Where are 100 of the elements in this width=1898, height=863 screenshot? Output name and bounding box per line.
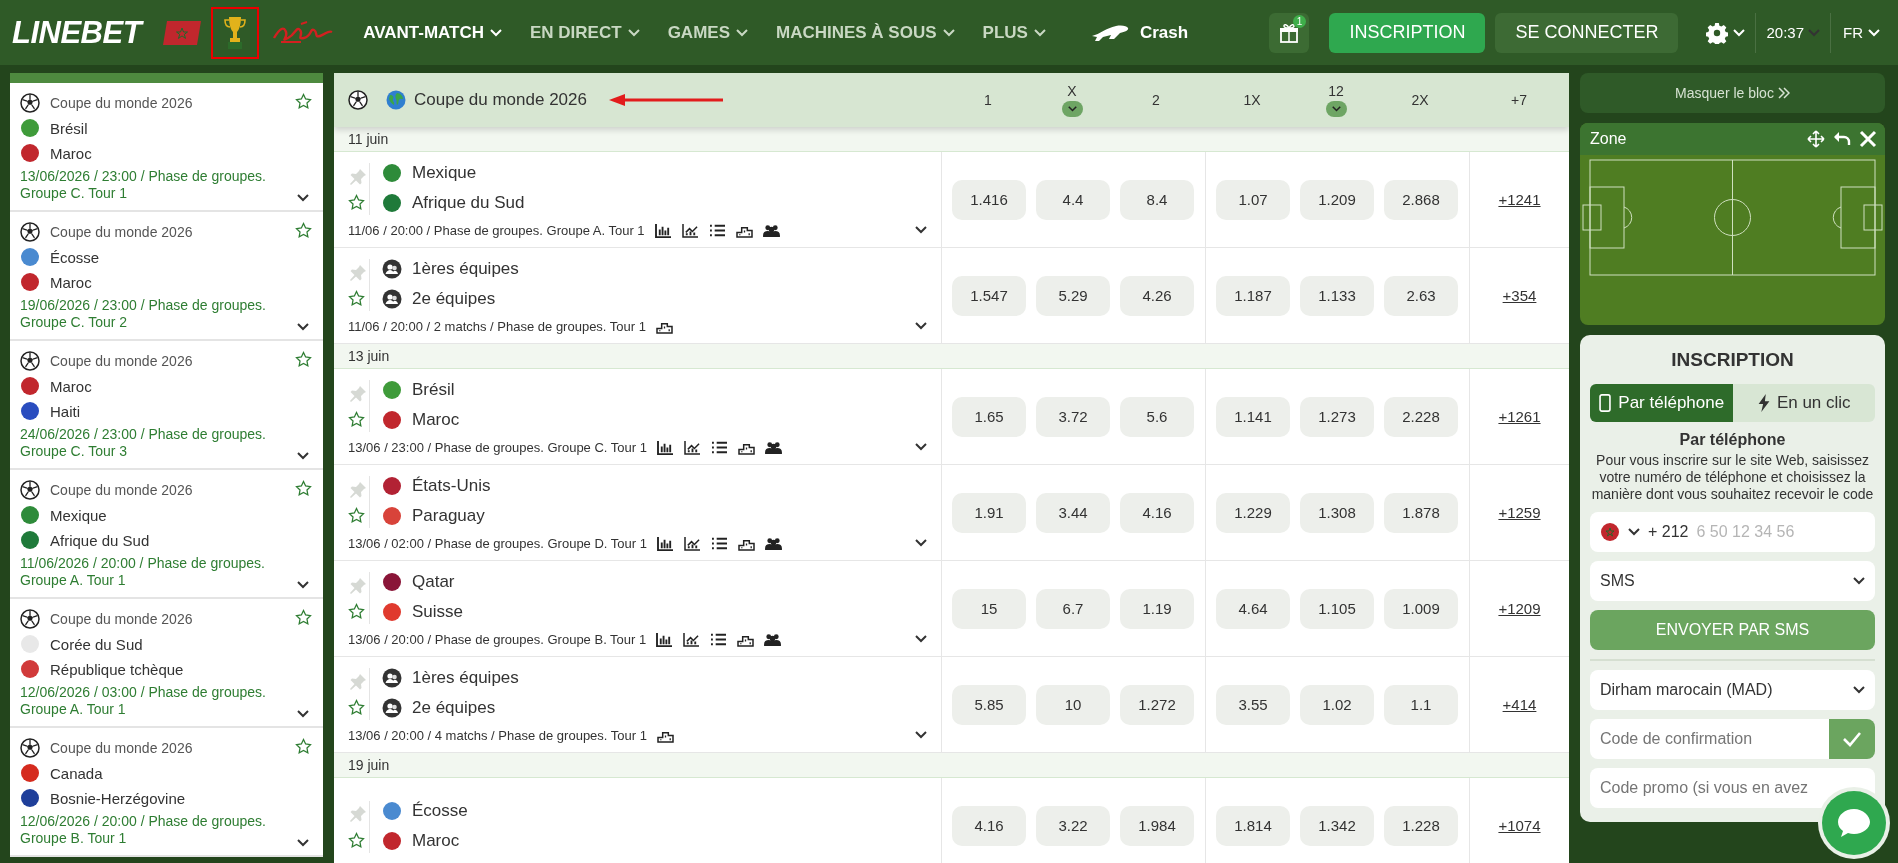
chat-button[interactable] [1822,791,1886,855]
bar-chart-icon[interactable] [656,440,674,455]
chevron-down-icon[interactable] [297,839,309,847]
odds-button[interactable]: 1.308 [1300,492,1374,533]
chevron-down-icon[interactable] [297,194,309,202]
odds-button[interactable]: 1.187 [1216,275,1290,316]
login-button[interactable]: SE CONNECTER [1495,12,1679,53]
confirmation-code-field[interactable]: Code de confirmation [1590,719,1829,759]
odds-button[interactable]: 4.4 [1036,179,1110,220]
star-icon[interactable] [348,411,365,429]
odds-button[interactable]: 5.29 [1036,275,1110,316]
chevron-down-icon[interactable] [915,322,927,330]
odds-button[interactable]: 1.814 [1216,805,1290,846]
chevron-down-icon[interactable] [297,323,309,331]
nav-menu-item[interactable]: GAMES [667,22,748,43]
people-icon[interactable] [764,440,782,455]
star-icon[interactable] [294,351,312,368]
line-chart-icon[interactable] [683,632,701,647]
odds-button[interactable]: 4.16 [1120,492,1194,533]
nav-menu-item[interactable]: MACHINES À SOUS [775,22,955,43]
odds-button[interactable]: 1.1 [1384,684,1458,725]
crash-game-link[interactable]: Crash [1073,21,1189,44]
line-chart-icon[interactable] [683,536,701,551]
odds-button[interactable]: 4.64 [1216,588,1290,629]
odds-button[interactable]: 1.91 [952,492,1026,533]
more-markets-link[interactable]: +414 [1502,696,1537,713]
odds-button[interactable]: 1.141 [1216,396,1290,437]
odds-button[interactable]: 1.105 [1300,588,1374,629]
odds-button[interactable]: 6.7 [1036,588,1110,629]
dropdown-button[interactable] [1325,101,1347,117]
odds-button[interactable]: 2.228 [1384,396,1458,437]
odds-button[interactable]: 15 [952,588,1026,629]
list-icon[interactable] [710,536,728,551]
match-card[interactable]: Coupe du monde 2026 Corée du Sud République tchèque 12/06/2026 / 03:00 / Phase de groupes. Groupe A. Tour 1 [10,599,323,728]
odds-button[interactable]: 1.547 [952,275,1026,316]
phone-field[interactable]: + 212 6 50 12 34 56 [1590,512,1875,552]
odds-button[interactable]: 1.416 [952,179,1026,220]
more-markets-link[interactable]: +1241 [1498,191,1541,208]
more-markets-link[interactable]: +354 [1502,287,1537,304]
more-markets-link[interactable]: +1259 [1498,504,1541,521]
registration-tab[interactable]: Par téléphone [1590,384,1733,422]
odds-button[interactable]: 3.22 [1036,805,1110,846]
odds-button[interactable]: 1.342 [1300,805,1374,846]
nav-menu-item[interactable]: PLUS [982,22,1046,43]
hide-block-button[interactable]: Masquer le bloc [1580,73,1885,113]
star-icon[interactable] [294,93,312,110]
logo[interactable]: LINEBET [12,14,142,51]
close-icon[interactable] [1859,130,1877,148]
move-icon[interactable] [1807,130,1825,148]
odds-button[interactable]: 1.228 [1384,805,1458,846]
star-icon[interactable] [348,831,365,849]
match-card[interactable]: Coupe du monde 2026 Brésil Maroc 13/06/2026 / 23:00 / Phase de groupes. Groupe C. Tour 1 [10,83,323,212]
odds-button[interactable]: 1.02 [1300,684,1374,725]
odds-button[interactable]: 1.273 [1300,396,1374,437]
odds-button[interactable]: 4.16 [952,805,1026,846]
settings-button[interactable] [1706,12,1757,53]
odds-button[interactable]: 1.009 [1384,588,1458,629]
line-chart-icon[interactable] [681,223,699,238]
people-icon[interactable] [764,632,782,647]
more-markets-link[interactable]: +1261 [1498,408,1541,425]
odds-button[interactable]: 3.72 [1036,396,1110,437]
odds-button[interactable]: 10 [1036,684,1110,725]
match-card[interactable]: Coupe du monde 2026 Canada Bosnie-Herzégovine 12/06/2026 / 20:00 / Phase de groupes. Groupe B. Tour 1 [10,728,323,857]
phone-number-input[interactable]: 6 50 12 34 56 [1696,523,1865,541]
chevron-down-icon[interactable] [915,635,927,643]
odds-button[interactable]: 1.19 [1120,588,1194,629]
match-card[interactable]: Coupe du monde 2026 Mexique Afrique du Sud 11/06/2026 / 20:00 / Phase de groupes. Groupe A. Tour 1 [10,470,323,599]
odds-button[interactable]: 3.55 [1216,684,1290,725]
list-icon[interactable] [708,223,726,238]
nav-menu-item[interactable]: EN DIRECT [530,22,640,43]
dropdown-button[interactable] [1061,101,1083,117]
odds-button[interactable]: 3.44 [1036,492,1110,533]
list-icon[interactable] [710,440,728,455]
language-selector[interactable]: FR [1831,12,1886,53]
chevron-down-icon[interactable] [297,452,309,460]
people-icon[interactable] [762,223,780,238]
undo-icon[interactable] [1833,130,1851,148]
star-icon[interactable] [348,603,365,621]
odds-button[interactable]: 2.63 [1384,275,1458,316]
nav-menu-item[interactable]: AVANT-MATCH [363,22,502,43]
odds-button[interactable]: 1.65 [952,396,1026,437]
chevron-down-icon[interactable] [915,731,927,739]
list-icon[interactable] [710,632,728,647]
star-icon[interactable] [294,222,312,239]
odds-button[interactable]: 2.868 [1384,179,1458,220]
star-icon[interactable] [294,738,312,755]
bar-chart-icon[interactable] [656,536,674,551]
odds-button[interactable]: 1.984 [1120,805,1194,846]
odds-button[interactable]: 1.229 [1216,492,1290,533]
confirm-button[interactable] [1829,719,1875,759]
sms-method-select[interactable]: SMS [1590,561,1875,601]
star-icon[interactable] [348,194,365,212]
star-icon[interactable] [294,609,312,626]
chevron-down-icon[interactable] [915,539,927,547]
more-markets-link[interactable]: +1074 [1498,817,1541,834]
odds-button[interactable]: 1.209 [1300,179,1374,220]
star-icon[interactable] [348,290,365,308]
star-icon[interactable] [294,480,312,497]
people-icon[interactable] [764,536,782,551]
bar-chart-icon[interactable] [656,632,674,647]
